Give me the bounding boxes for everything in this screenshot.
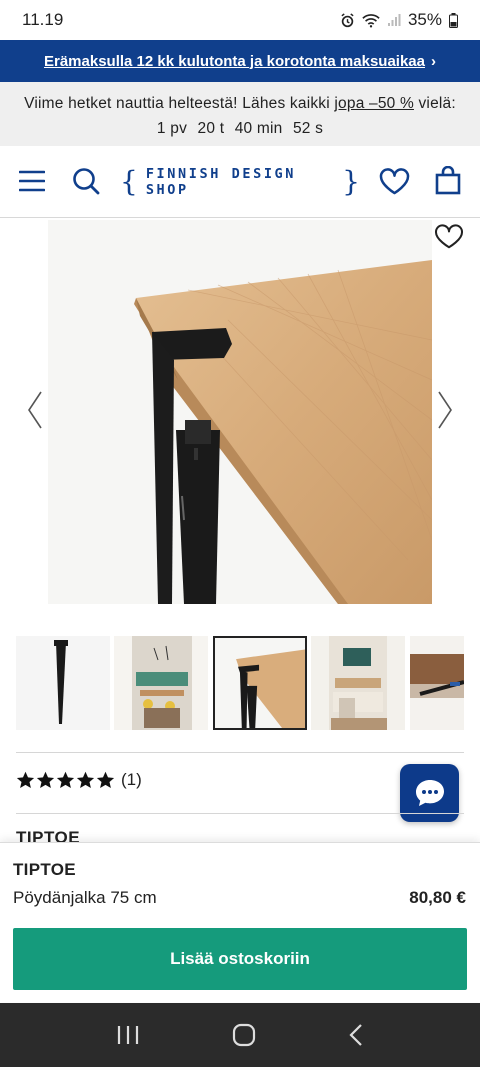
divider-bottom: [16, 813, 464, 814]
wifi-icon: [362, 13, 380, 28]
star-icon: [56, 771, 75, 788]
countdown-timer: 1 pv 20 t 40 min 52 s: [0, 116, 480, 141]
promo-link[interactable]: Erämaksulla 12 kk kulutonta ja korotonta…: [44, 53, 425, 70]
promo-chevron-icon: ›: [431, 52, 436, 70]
star-icon: [96, 771, 115, 788]
back-icon[interactable]: [348, 1023, 364, 1047]
gallery-prev-arrow-icon[interactable]: [26, 390, 44, 430]
thumbnail-5[interactable]: [410, 636, 464, 730]
add-to-cart-button[interactable]: Lisää ostoskoriin: [13, 928, 467, 990]
site-header: { FINNISH DESIGN SHOP }: [0, 146, 480, 218]
battery-percent: 35%: [407, 10, 442, 29]
product-image[interactable]: [48, 220, 432, 604]
sale-link[interactable]: jopa –50 %: [334, 95, 414, 112]
recent-apps-icon[interactable]: [116, 1024, 140, 1046]
thumbnail-1[interactable]: [16, 636, 110, 730]
status-bar: 11.19 35%: [0, 0, 480, 40]
thumbnail-4[interactable]: [311, 636, 405, 730]
countdown-seconds: 52 s: [292, 120, 324, 137]
site-logo[interactable]: { FINNISH DESIGN SHOP }: [120, 166, 360, 198]
product-rating[interactable]: (1): [16, 770, 142, 790]
status-time: 11.19: [22, 10, 64, 29]
product-name: Pöydänjalka 75 cm: [13, 888, 157, 907]
countdown-banner: Viime hetket nauttia helteestä! Lähes ka…: [0, 82, 480, 146]
table-leg-photo: [48, 220, 432, 604]
signal-icon: [387, 14, 401, 26]
thumbnail-3[interactable]: [213, 636, 307, 730]
thumbnail-2[interactable]: [114, 636, 208, 730]
heart-icon[interactable]: [379, 168, 410, 195]
system-nav-bar: [0, 1003, 480, 1067]
star-icon: [76, 771, 95, 788]
product-price: 80,80 €: [409, 888, 466, 907]
logo-brace-right: }: [342, 165, 360, 198]
countdown-message: Viime hetket nauttia helteestä! Lähes ka…: [24, 95, 456, 112]
star-icon: [36, 771, 55, 788]
logo-brace-left: {: [120, 165, 138, 198]
chat-bubble-icon: [415, 780, 444, 806]
sticky-purchase-bar: TIPTOE Pöydänjalka 75 cm 80,80 € Lisää o…: [0, 842, 480, 1002]
star-icon: [16, 771, 35, 788]
status-icons: 35%: [340, 10, 458, 30]
countdown-minutes: 40 min: [234, 120, 283, 137]
bag-icon[interactable]: [435, 166, 461, 195]
section-title-peek: TIPTOE: [16, 828, 81, 842]
rating-count[interactable]: (1): [121, 770, 142, 790]
gallery-next-arrow-icon[interactable]: [436, 390, 454, 430]
wishlist-heart-icon[interactable]: [434, 224, 464, 250]
countdown-hours: 20 t: [197, 120, 225, 137]
alarm-icon: [341, 12, 354, 27]
product-brand[interactable]: TIPTOE: [13, 860, 76, 880]
menu-icon[interactable]: [19, 170, 45, 192]
thumbnail-strip: [0, 636, 480, 732]
countdown-days: 1 pv: [156, 120, 188, 137]
product-gallery: [0, 218, 480, 618]
promo-banner[interactable]: Erämaksulla 12 kk kulutonta ja korotonta…: [0, 40, 480, 82]
battery-icon: [449, 12, 458, 28]
logo-text: FINNISH DESIGN SHOP: [145, 166, 297, 198]
search-icon[interactable]: [72, 167, 100, 195]
star-rating: [16, 771, 115, 789]
home-icon[interactable]: [232, 1023, 256, 1047]
divider-top: [16, 752, 464, 753]
